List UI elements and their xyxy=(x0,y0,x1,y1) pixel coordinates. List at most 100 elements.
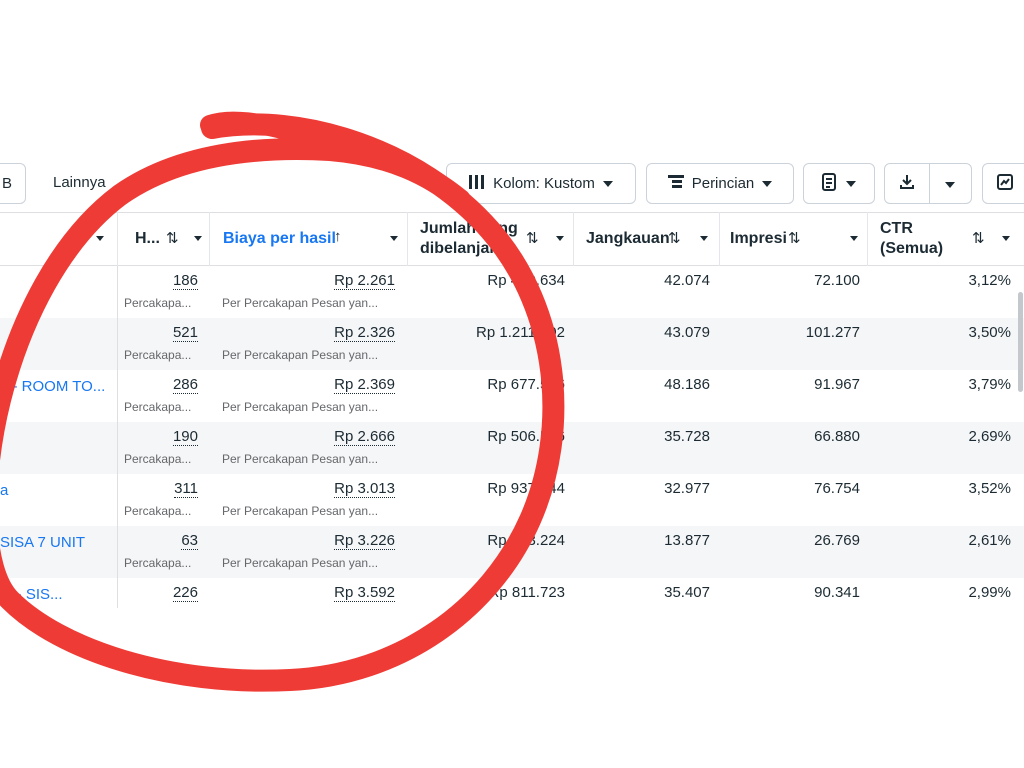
sort-icon[interactable]: ⇅ xyxy=(972,229,985,247)
header-name[interactable] xyxy=(0,212,118,266)
table-row[interactable]: 521 Percakapa... Rp 2.326 Per Percakapan Pe… xyxy=(0,318,1024,370)
results-value[interactable]: 226 xyxy=(172,584,198,602)
vertical-scrollbar[interactable] xyxy=(1018,292,1023,392)
reach-value: 13.877 xyxy=(664,532,710,549)
header-ctr-label-1: CTR xyxy=(880,220,913,237)
results-value[interactable]: 286 xyxy=(172,376,198,394)
header-reach-label: Jangkauan xyxy=(586,230,670,247)
frozen-column-divider xyxy=(117,266,118,608)
more-label: Lainnya xyxy=(53,174,106,191)
header-impressions-label: Impresi xyxy=(730,230,787,247)
header-reach[interactable]: Jangkauan ⇅ xyxy=(574,212,720,266)
campaign-name-link[interactable]: a - ROOM TO... xyxy=(0,378,105,395)
results-type-label: Percakapa... xyxy=(124,504,192,518)
table-row[interactable]: SISA 7 UNIT 63 Percakapa... Rp 3.226 Per Per… xyxy=(0,526,1024,578)
chevron-down-icon[interactable] xyxy=(390,236,398,241)
amount-spent-value: Rp 1.211.902 xyxy=(476,324,565,341)
chart-button[interactable] xyxy=(982,163,1024,204)
sort-ascending-icon[interactable]: ↑ xyxy=(334,228,342,245)
amount-spent-value: Rp 811.723 xyxy=(488,584,565,601)
table-row[interactable]: 186 Percakapa... Rp 2.261 Per Percakapan Pe… xyxy=(0,266,1024,318)
header-impressions[interactable]: Impresi ⇅ xyxy=(720,212,868,266)
impressions-value: 91.967 xyxy=(814,376,860,393)
download-button[interactable] xyxy=(884,163,972,204)
reports-icon xyxy=(822,172,838,195)
impressions-value: 90.341 xyxy=(814,584,860,601)
breakdown-button[interactable]: Perincian xyxy=(646,163,794,204)
header-results[interactable]: H... ⇅ xyxy=(118,212,210,266)
sort-icon[interactable]: ⇅ xyxy=(526,229,539,247)
ctr-value: 3,52% xyxy=(968,480,1011,497)
chevron-down-icon xyxy=(846,180,856,187)
chevron-down-icon[interactable] xyxy=(700,236,708,241)
results-value[interactable]: 186 xyxy=(172,272,198,290)
campaign-name-link[interactable]: a xyxy=(0,482,8,499)
table-row[interactable]: a 311 Percakapa... Rp 3.013 Per Percakapan P… xyxy=(0,474,1024,526)
cost-per-result-label: Per Percakapan Pesan yan... xyxy=(222,556,379,570)
results-type-label: Percakapa... xyxy=(124,296,192,310)
impressions-value: 26.769 xyxy=(814,532,860,549)
reach-value: 43.079 xyxy=(664,324,710,341)
results-table: H... ⇅ Biaya per hasil ↑ Jumlah yang dib… xyxy=(0,212,1024,608)
header-spent-label-1: Jumlah yang xyxy=(420,220,518,237)
partial-button-label: B xyxy=(1,175,12,192)
chevron-down-icon[interactable] xyxy=(194,236,202,241)
header-cost-per-result[interactable]: Biaya per hasil ↑ xyxy=(210,212,408,266)
chevron-down-icon xyxy=(762,180,773,187)
more-button[interactable]: Lainnya xyxy=(53,174,106,191)
cost-per-result-value[interactable]: Rp 2.261 xyxy=(334,272,395,290)
ctr-value: 2,61% xyxy=(968,532,1011,549)
amount-spent-value: Rp 203.224 xyxy=(487,532,565,549)
reach-value: 48.186 xyxy=(664,376,710,393)
cost-per-result-value[interactable]: Rp 3.013 xyxy=(334,480,395,498)
cost-per-result-label: Per Percakapan Pesan yan... xyxy=(222,452,379,466)
table-row[interactable]: ta - SIS... 226 Rp 3.592 Rp 811.723 35.407 90… xyxy=(0,578,1024,630)
chevron-down-icon[interactable] xyxy=(96,236,104,241)
header-ctr-label-2: (Semua) xyxy=(880,240,944,257)
header-results-label: H... xyxy=(135,230,160,247)
cost-per-result-value[interactable]: Rp 2.666 xyxy=(334,428,395,446)
columns-button[interactable]: Kolom: Kustom xyxy=(446,163,636,204)
header-ctr[interactable]: CTR (Semua) ⇅ xyxy=(868,212,1024,266)
results-type-label: Percakapa... xyxy=(124,400,192,414)
cost-per-result-value[interactable]: Rp 3.226 xyxy=(334,532,395,550)
reach-value: 35.407 xyxy=(664,584,710,601)
campaign-name-link[interactable]: SISA 7 UNIT xyxy=(0,534,85,551)
amount-spent-value: Rp 677.516 xyxy=(487,376,565,393)
breakdown-label: Perincian xyxy=(691,175,755,192)
ads-manager-screenshot: B Lainnya Kolom: Kustom Perincian H... ⇅… xyxy=(0,0,1024,768)
results-type-label: Percakapa... xyxy=(124,556,192,570)
ctr-value: 2,99% xyxy=(968,584,1011,601)
chevron-down-icon[interactable] xyxy=(945,182,955,188)
impressions-value: 76.754 xyxy=(814,480,860,497)
cost-per-result-value[interactable]: Rp 2.326 xyxy=(334,324,395,342)
results-value[interactable]: 521 xyxy=(172,324,198,342)
cost-per-result-value[interactable]: Rp 2.369 xyxy=(334,376,395,394)
sort-icon[interactable]: ⇅ xyxy=(166,229,179,247)
results-type-label: Percakapa... xyxy=(124,348,192,362)
table-row[interactable]: 190 Percakapa... Rp 2.666 Per Percakapan Pe… xyxy=(0,422,1024,474)
ctr-value: 3,50% xyxy=(968,324,1011,341)
chart-icon xyxy=(997,173,1013,194)
chevron-down-icon[interactable] xyxy=(556,236,564,241)
header-amount-spent[interactable]: Jumlah yang dibelanjakan ⇅ xyxy=(408,212,574,266)
results-value[interactable]: 63 xyxy=(181,532,198,550)
amount-spent-value: Rp 420.634 xyxy=(487,272,565,289)
chevron-down-icon[interactable] xyxy=(850,236,858,241)
chevron-down-icon[interactable] xyxy=(1002,236,1010,241)
amount-spent-value: Rp 937.044 xyxy=(487,480,565,497)
reports-button[interactable] xyxy=(803,163,875,204)
sort-icon[interactable]: ⇅ xyxy=(788,229,801,247)
campaign-name-link[interactable]: ta - SIS... xyxy=(0,586,63,603)
cost-per-result-value[interactable]: Rp 3.592 xyxy=(334,584,395,602)
impressions-value: 72.100 xyxy=(814,272,860,289)
split-divider xyxy=(929,163,930,204)
ctr-value: 3,79% xyxy=(968,376,1011,393)
results-value[interactable]: 190 xyxy=(172,428,198,446)
table-row[interactable]: a - ROOM TO... 286 Percakapa... Rp 2.369 Per… xyxy=(0,370,1024,422)
download-icon xyxy=(899,174,915,194)
impressions-value: 66.880 xyxy=(814,428,860,445)
partial-button[interactable]: B xyxy=(0,163,26,204)
results-value[interactable]: 311 xyxy=(174,480,198,498)
sort-icon[interactable]: ⇅ xyxy=(668,229,681,247)
